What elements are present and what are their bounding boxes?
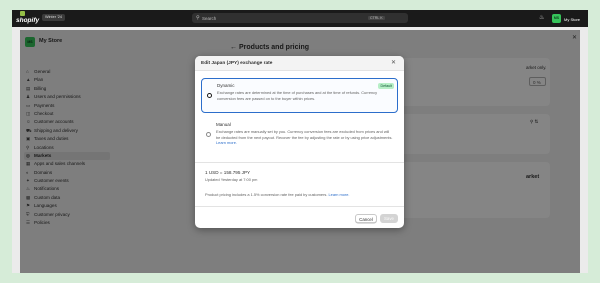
shopify-logo[interactable]: shopify [16, 17, 39, 24]
shopify-bag-icon [20, 11, 25, 16]
exchange-rate-modal: Edit Japan (JPY) exchange rate ✕ Dynamic… [195, 56, 404, 228]
store-avatar: MS [552, 14, 561, 23]
conversion-fee-note: Product pricing includes a 1.5% conversi… [205, 192, 350, 197]
manual-learn-more-link[interactable]: Learn more. [216, 140, 237, 145]
notifications-bell-icon[interactable]: ♨ [539, 14, 544, 21]
cancel-button[interactable]: Cancel [355, 214, 377, 223]
modal-header: Edit Japan (JPY) exchange rate ✕ [195, 56, 404, 71]
search-bar[interactable]: ⚲ Search CTRL K [192, 13, 408, 23]
search-icon: ⚲ [196, 15, 200, 21]
manual-description: Exchange rates are manually set by you. … [216, 129, 393, 146]
manual-rate-option[interactable]: Manual Exchange rates are manually set b… [201, 118, 398, 158]
default-badge: Default [378, 82, 395, 89]
search-placeholder: Search [202, 15, 217, 21]
rate-divider [195, 162, 404, 163]
manual-title: Manual [216, 122, 231, 127]
manual-radio[interactable] [206, 132, 211, 137]
dynamic-description: Exchange rates are determined at the tim… [217, 90, 378, 101]
close-icon[interactable]: ✕ [391, 59, 396, 66]
modal-footer: Cancel Save [195, 206, 404, 228]
exchange-rate-value: 1 USD = 158.795 JPY [205, 170, 251, 175]
dynamic-radio[interactable] [207, 93, 212, 98]
modal-title: Edit Japan (JPY) exchange rate [201, 60, 273, 66]
dynamic-rate-option[interactable]: Dynamic Default Exchange rates are deter… [201, 78, 398, 113]
dynamic-title: Dynamic [217, 83, 235, 88]
search-shortcut: CTRL K [368, 15, 385, 20]
fee-learn-more-link[interactable]: Learn more. [329, 192, 350, 197]
rate-updated-time: Updated Yesterday at 7:00 pm [205, 177, 258, 182]
admin-topbar: shopify Winter '24 ⚲ Search CTRL K ♨ MS … [12, 10, 588, 27]
store-name: My Store [564, 16, 581, 22]
save-button[interactable]: Save [380, 214, 398, 223]
edition-badge[interactable]: Winter '24 [42, 14, 65, 21]
